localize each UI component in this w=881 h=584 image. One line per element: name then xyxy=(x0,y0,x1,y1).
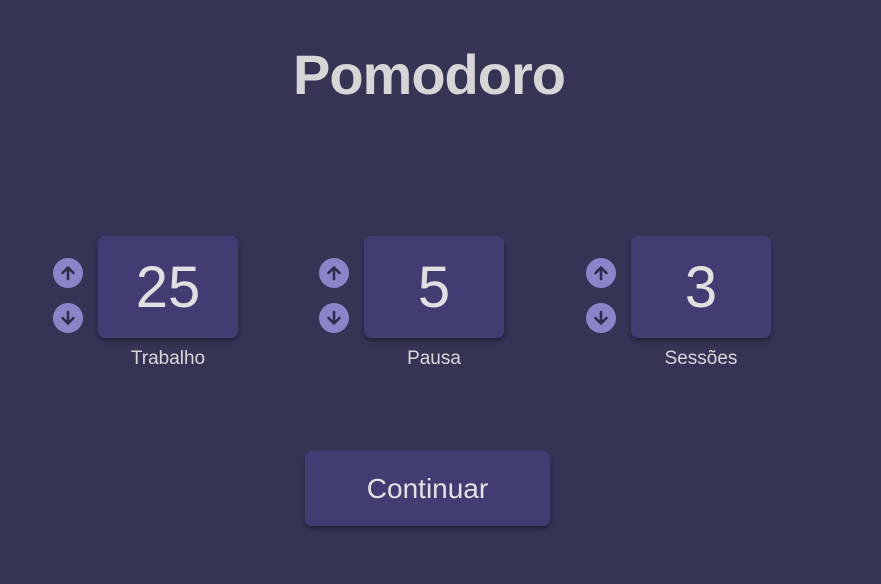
pausa-value: 5 xyxy=(364,236,504,338)
setting-sessoes: 3 Sessões xyxy=(585,236,771,376)
sessoes-value: 3 xyxy=(631,236,771,338)
continue-button[interactable]: Continuar xyxy=(305,451,550,526)
pausa-label: Pausa xyxy=(407,348,461,369)
increment-trabalho-button[interactable] xyxy=(53,258,83,288)
trabalho-value: 25 xyxy=(98,236,238,338)
decrement-sessoes-button[interactable] xyxy=(586,303,616,333)
sessoes-label: Sessões xyxy=(664,348,738,369)
decrement-trabalho-button[interactable] xyxy=(53,303,83,333)
arrow-up-icon xyxy=(327,266,341,281)
arrow-up-icon xyxy=(61,266,75,281)
increment-sessoes-button[interactable] xyxy=(586,258,616,288)
trabalho-label: Trabalho xyxy=(130,348,206,369)
setting-trabalho: 25 Trabalho xyxy=(52,236,238,376)
page-title: Pomodoro xyxy=(293,43,566,106)
arrow-down-icon xyxy=(594,310,608,325)
decrement-pausa-button[interactable] xyxy=(319,303,349,333)
arrow-up-icon xyxy=(594,266,608,281)
increment-pausa-button[interactable] xyxy=(319,258,349,288)
arrow-down-icon xyxy=(61,310,75,325)
arrow-down-icon xyxy=(327,310,341,325)
setting-pausa: 5 Pausa xyxy=(318,236,504,376)
